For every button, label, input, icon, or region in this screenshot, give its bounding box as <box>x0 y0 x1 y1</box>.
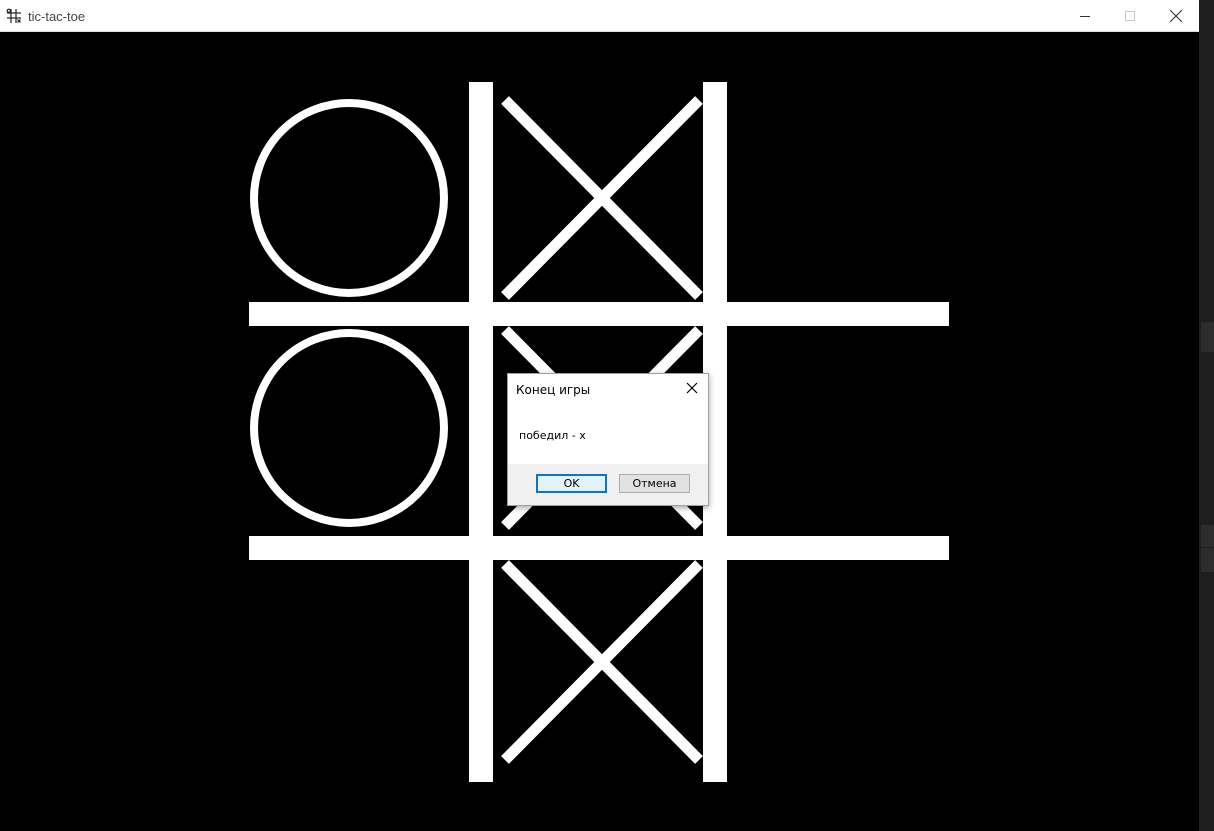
maximize-icon <box>1125 10 1135 21</box>
game-over-dialog: Конец игры победил - x OK Отмена <box>507 373 709 506</box>
dialog-message: победил - x <box>519 429 586 442</box>
o-mark-r1c0 <box>250 329 448 527</box>
grid-line-horizontal-2 <box>249 536 949 560</box>
close-button[interactable] <box>1153 0 1199 31</box>
close-icon[interactable] <box>685 381 699 395</box>
title-bar[interactable]: tic-tac-toe <box>0 0 1199 32</box>
minimize-icon <box>1080 15 1090 17</box>
window-title: tic-tac-toe <box>28 9 86 24</box>
grid-hash-icon <box>6 8 21 23</box>
cancel-button[interactable]: Отмена <box>619 474 690 493</box>
dialog-footer: OK Отмена <box>508 464 708 505</box>
close-icon <box>1169 9 1183 22</box>
o-mark-r0c0 <box>250 99 448 297</box>
minimize-button[interactable] <box>1062 0 1108 31</box>
dialog-title: Конец игры <box>516 383 591 397</box>
grid-line-horizontal-1 <box>249 302 949 326</box>
x-mark-r0c1 <box>501 96 703 300</box>
ok-button[interactable]: OK <box>536 474 607 493</box>
background-window-edge <box>1199 0 1214 831</box>
maximize-button[interactable] <box>1107 0 1153 31</box>
x-mark-r2c1 <box>501 560 703 764</box>
grid-line-vertical-1 <box>469 82 493 782</box>
